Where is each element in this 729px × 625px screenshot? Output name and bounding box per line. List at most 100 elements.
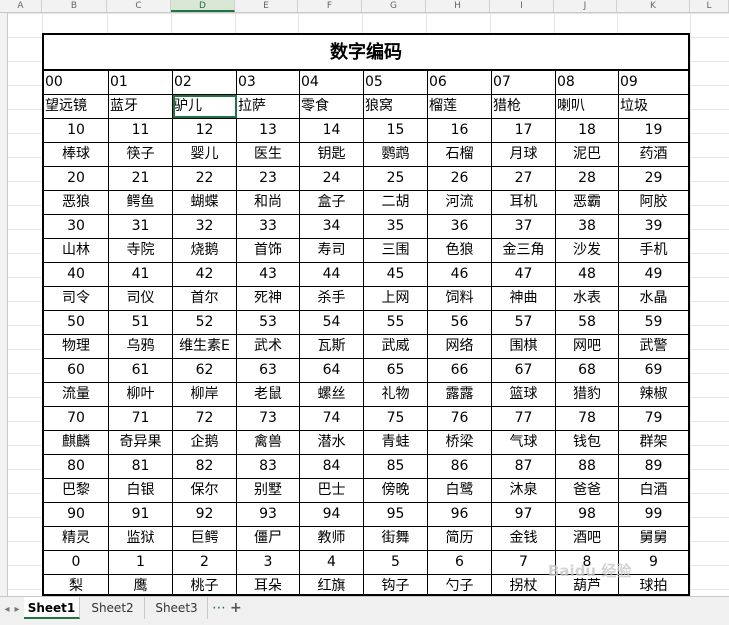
table-cell[interactable]: 耳朵: [237, 575, 300, 594]
table-cell[interactable]: 69: [619, 359, 688, 382]
table-cell[interactable]: 饲料: [428, 287, 492, 310]
table-cell[interactable]: 99: [619, 503, 688, 526]
table-cell[interactable]: 11: [109, 119, 173, 142]
table-cell[interactable]: 76: [428, 407, 492, 430]
table-cell[interactable]: 64: [300, 359, 364, 382]
table-cell[interactable]: 43: [237, 263, 300, 286]
table-cell[interactable]: 泥巴: [556, 143, 619, 166]
table-cell[interactable]: 桥梁: [428, 431, 492, 454]
table-cell[interactable]: 09: [619, 71, 688, 94]
table-cell[interactable]: 青蛙: [364, 431, 428, 454]
table-cell[interactable]: 00: [44, 71, 109, 94]
table-cell[interactable]: 91: [109, 503, 173, 526]
table-cell[interactable]: 沐泉: [492, 479, 556, 502]
table-cell[interactable]: 首尔: [173, 287, 237, 310]
table-cell[interactable]: 盒子: [300, 191, 364, 214]
table-cell[interactable]: 金钱: [492, 527, 556, 550]
table-cell[interactable]: 耳机: [492, 191, 556, 214]
table-cell[interactable]: 礼物: [364, 383, 428, 406]
table-cell[interactable]: 19: [619, 119, 688, 142]
table-cell[interactable]: 简历: [428, 527, 492, 550]
table-cell[interactable]: 企鹅: [173, 431, 237, 454]
table-cell[interactable]: 医生: [237, 143, 300, 166]
table-cell[interactable]: 73: [237, 407, 300, 430]
table-cell[interactable]: 56: [428, 311, 492, 334]
table-cell[interactable]: 35: [364, 215, 428, 238]
table-cell[interactable]: 色狼: [428, 239, 492, 262]
table-cell[interactable]: 柳岸: [173, 383, 237, 406]
table-cell[interactable]: 03: [237, 71, 300, 94]
table-cell[interactable]: 16: [428, 119, 492, 142]
table-cell[interactable]: 钥匙: [300, 143, 364, 166]
table-cell[interactable]: 寺院: [109, 239, 173, 262]
table-cell[interactable]: 白银: [109, 479, 173, 502]
table-cell[interactable]: 87: [492, 455, 556, 478]
table-cell[interactable]: 武威: [364, 335, 428, 358]
table-cell[interactable]: 舅舅: [619, 527, 688, 550]
table-cell[interactable]: 气球: [492, 431, 556, 454]
column-header-j[interactable]: J: [554, 0, 617, 12]
table-cell[interactable]: 棒球: [44, 143, 109, 166]
table-cell[interactable]: 41: [109, 263, 173, 286]
table-cell[interactable]: 网络: [428, 335, 492, 358]
table-cell[interactable]: 死神: [237, 287, 300, 310]
table-cell[interactable]: 猎枪: [492, 95, 556, 118]
table-cell[interactable]: 67: [492, 359, 556, 382]
tab-sheet2[interactable]: Sheet2: [81, 597, 145, 619]
table-cell[interactable]: 71: [109, 407, 173, 430]
table-cell[interactable]: 乌鸦: [109, 335, 173, 358]
tab-sheet3[interactable]: Sheet3: [146, 597, 208, 619]
table-cell[interactable]: 29: [619, 167, 688, 190]
table-cell[interactable]: 89: [619, 455, 688, 478]
table-cell[interactable]: 老鼠: [237, 383, 300, 406]
table-cell[interactable]: 24: [300, 167, 364, 190]
table-cell[interactable]: 麒麟: [44, 431, 109, 454]
table-cell[interactable]: 鹦鹉: [364, 143, 428, 166]
table-cell[interactable]: 49: [619, 263, 688, 286]
table-cell[interactable]: 二胡: [364, 191, 428, 214]
column-header-d[interactable]: D: [171, 0, 235, 12]
table-cell[interactable]: 07: [492, 71, 556, 94]
table-cell[interactable]: 1: [109, 551, 173, 574]
table-cell[interactable]: 柳叶: [109, 383, 173, 406]
table-cell[interactable]: 30: [44, 215, 109, 238]
column-header-c[interactable]: C: [107, 0, 171, 12]
table-cell[interactable]: 药酒: [619, 143, 688, 166]
table-cell[interactable]: 精灵: [44, 527, 109, 550]
table-cell[interactable]: 水晶: [619, 287, 688, 310]
table-cell[interactable]: 77: [492, 407, 556, 430]
table-cell[interactable]: 74: [300, 407, 364, 430]
table-cell[interactable]: 群架: [619, 431, 688, 454]
table-cell[interactable]: 47: [492, 263, 556, 286]
table-cell[interactable]: 58: [556, 311, 619, 334]
table-cell[interactable]: 97: [492, 503, 556, 526]
table-cell[interactable]: 巨鳄: [173, 527, 237, 550]
column-header-i[interactable]: I: [490, 0, 554, 12]
table-cell[interactable]: 51: [109, 311, 173, 334]
table-cell[interactable]: 12: [173, 119, 237, 142]
table-cell[interactable]: 66: [428, 359, 492, 382]
tab-prev-icon[interactable]: ◂: [2, 602, 12, 618]
table-cell[interactable]: 蓝牙: [109, 95, 173, 118]
table-cell[interactable]: 06: [428, 71, 492, 94]
table-cell[interactable]: 81: [109, 455, 173, 478]
table-cell[interactable]: 17: [492, 119, 556, 142]
table-cell[interactable]: 狼窝: [364, 95, 428, 118]
table-cell[interactable]: 维生素E: [173, 335, 237, 358]
table-cell[interactable]: 网吧: [556, 335, 619, 358]
table-cell[interactable]: 01: [109, 71, 173, 94]
tab-sheet1[interactable]: Sheet1: [24, 597, 80, 619]
table-cell[interactable]: 88: [556, 455, 619, 478]
table-cell[interactable]: 28: [556, 167, 619, 190]
table-cell[interactable]: 25: [364, 167, 428, 190]
table-cell[interactable]: 零食: [300, 95, 364, 118]
table-cell[interactable]: 首饰: [237, 239, 300, 262]
column-header-k[interactable]: K: [617, 0, 690, 12]
table-cell[interactable]: 21: [109, 167, 173, 190]
table-cell[interactable]: 河流: [428, 191, 492, 214]
table-cell[interactable]: 42: [173, 263, 237, 286]
table-cell[interactable]: 禽兽: [237, 431, 300, 454]
table-cell[interactable]: 保尔: [173, 479, 237, 502]
table-cell[interactable]: 68: [556, 359, 619, 382]
table-cell[interactable]: 监狱: [109, 527, 173, 550]
